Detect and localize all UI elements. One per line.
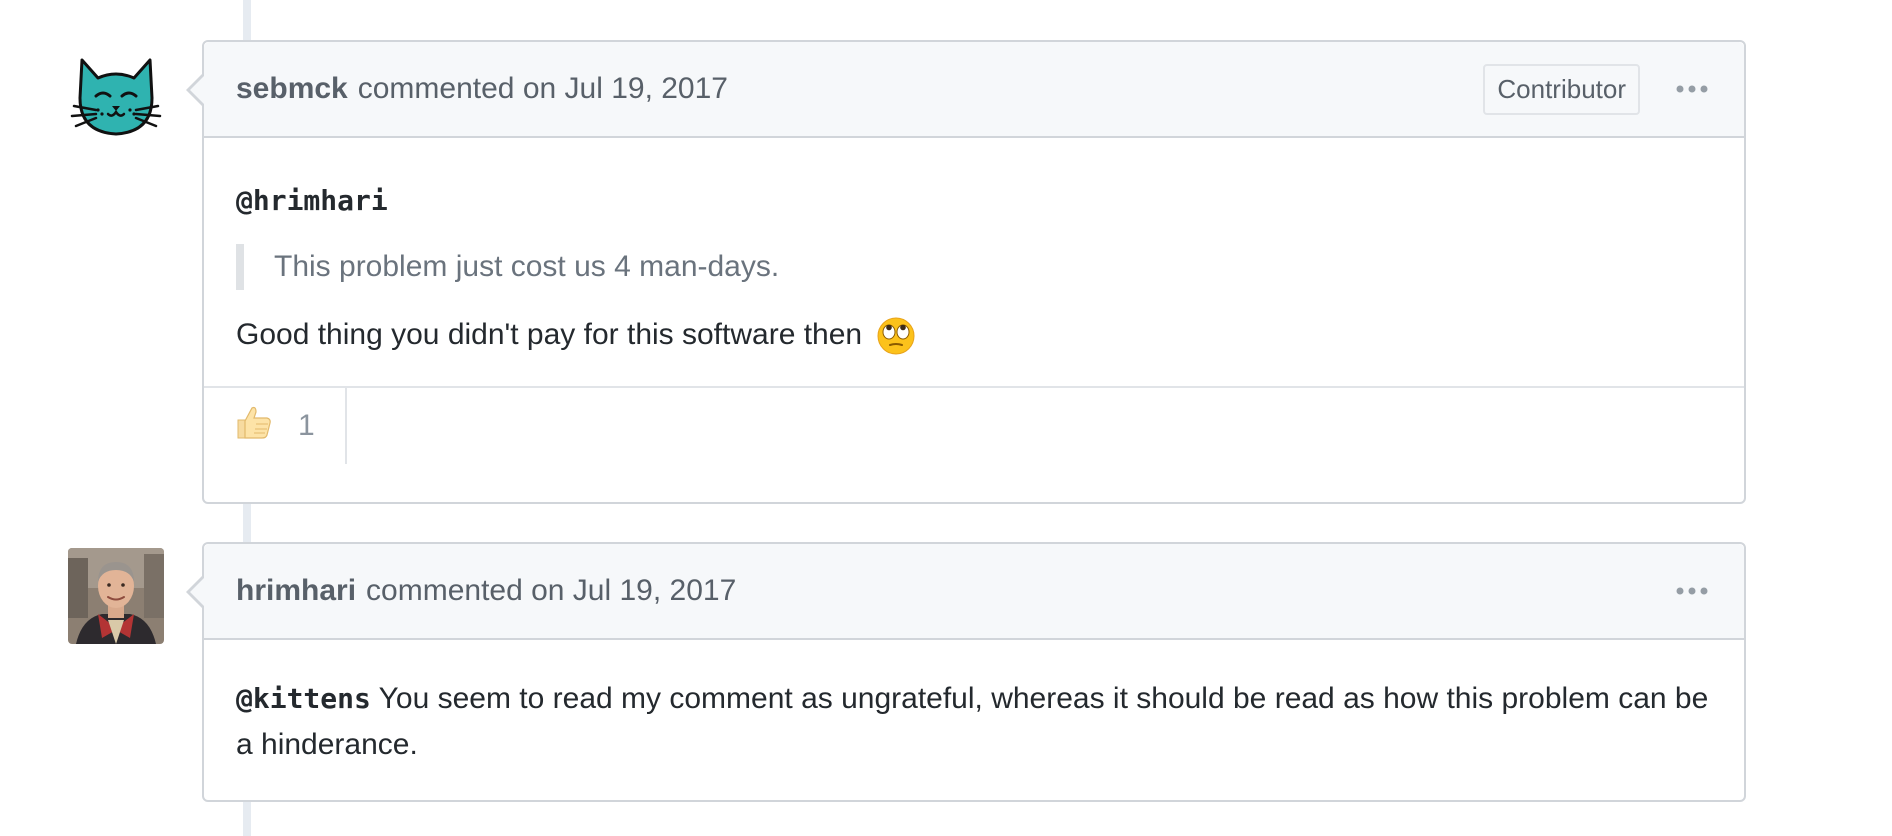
more-options-icon[interactable] [1672,69,1712,109]
comment-body: @hrimhari This problem just cost us 4 ma… [204,138,1744,386]
comment-card: sebmck commented on Jul 19, 2017 Contrib… [186,40,1746,504]
mention-line: @hrimhari [236,178,1712,224]
comment-text: You seem to read my comment as ungratefu… [236,682,1709,761]
comment-header: hrimhari commented on Jul 19, 2017 [204,544,1744,640]
reactions-bar: 1 [204,386,1744,464]
reaction-count: 1 [298,409,315,442]
user-mention-link[interactable]: @kittens [236,682,371,715]
comment-timestamp-link[interactable]: commented on Jul 19, 2017 [366,574,736,608]
comment-header-actions: Contributor [1483,63,1712,115]
user-photo-avatar[interactable] [68,548,164,644]
comment-author-link[interactable]: sebmck [236,72,348,106]
cat-avatar-icon[interactable] [68,48,164,144]
quote-text: This problem just cost us 4 man-days. [274,250,780,283]
comment-paragraph: Good thing you didn't pay for this softw… [236,312,1712,358]
thumbs-up-reaction-button[interactable]: 1 [204,388,347,464]
user-mention-link[interactable]: @hrimhari [236,184,388,217]
comment-header: sebmck commented on Jul 19, 2017 Contrib… [204,42,1744,138]
more-options-icon[interactable] [1672,571,1712,611]
comment-text: Good thing you didn't pay for this softw… [236,318,863,351]
contributor-badge: Contributor [1483,63,1640,115]
comment-paragraph: @kittens You seem to read my comment as … [236,676,1712,768]
eye-roll-emoji-icon [876,316,916,356]
comment-header-actions [1672,571,1712,611]
comment-card: hrimhari commented on Jul 19, 2017 @kitt… [186,542,1746,802]
quote-block: This problem just cost us 4 man-days. [236,244,1712,290]
comment-body: @kittens You seem to read my comment as … [204,640,1744,796]
thumbs-up-icon [234,402,274,450]
comment-author-link[interactable]: hrimhari [236,574,356,608]
comment-timestamp-link[interactable]: commented on Jul 19, 2017 [358,72,728,106]
